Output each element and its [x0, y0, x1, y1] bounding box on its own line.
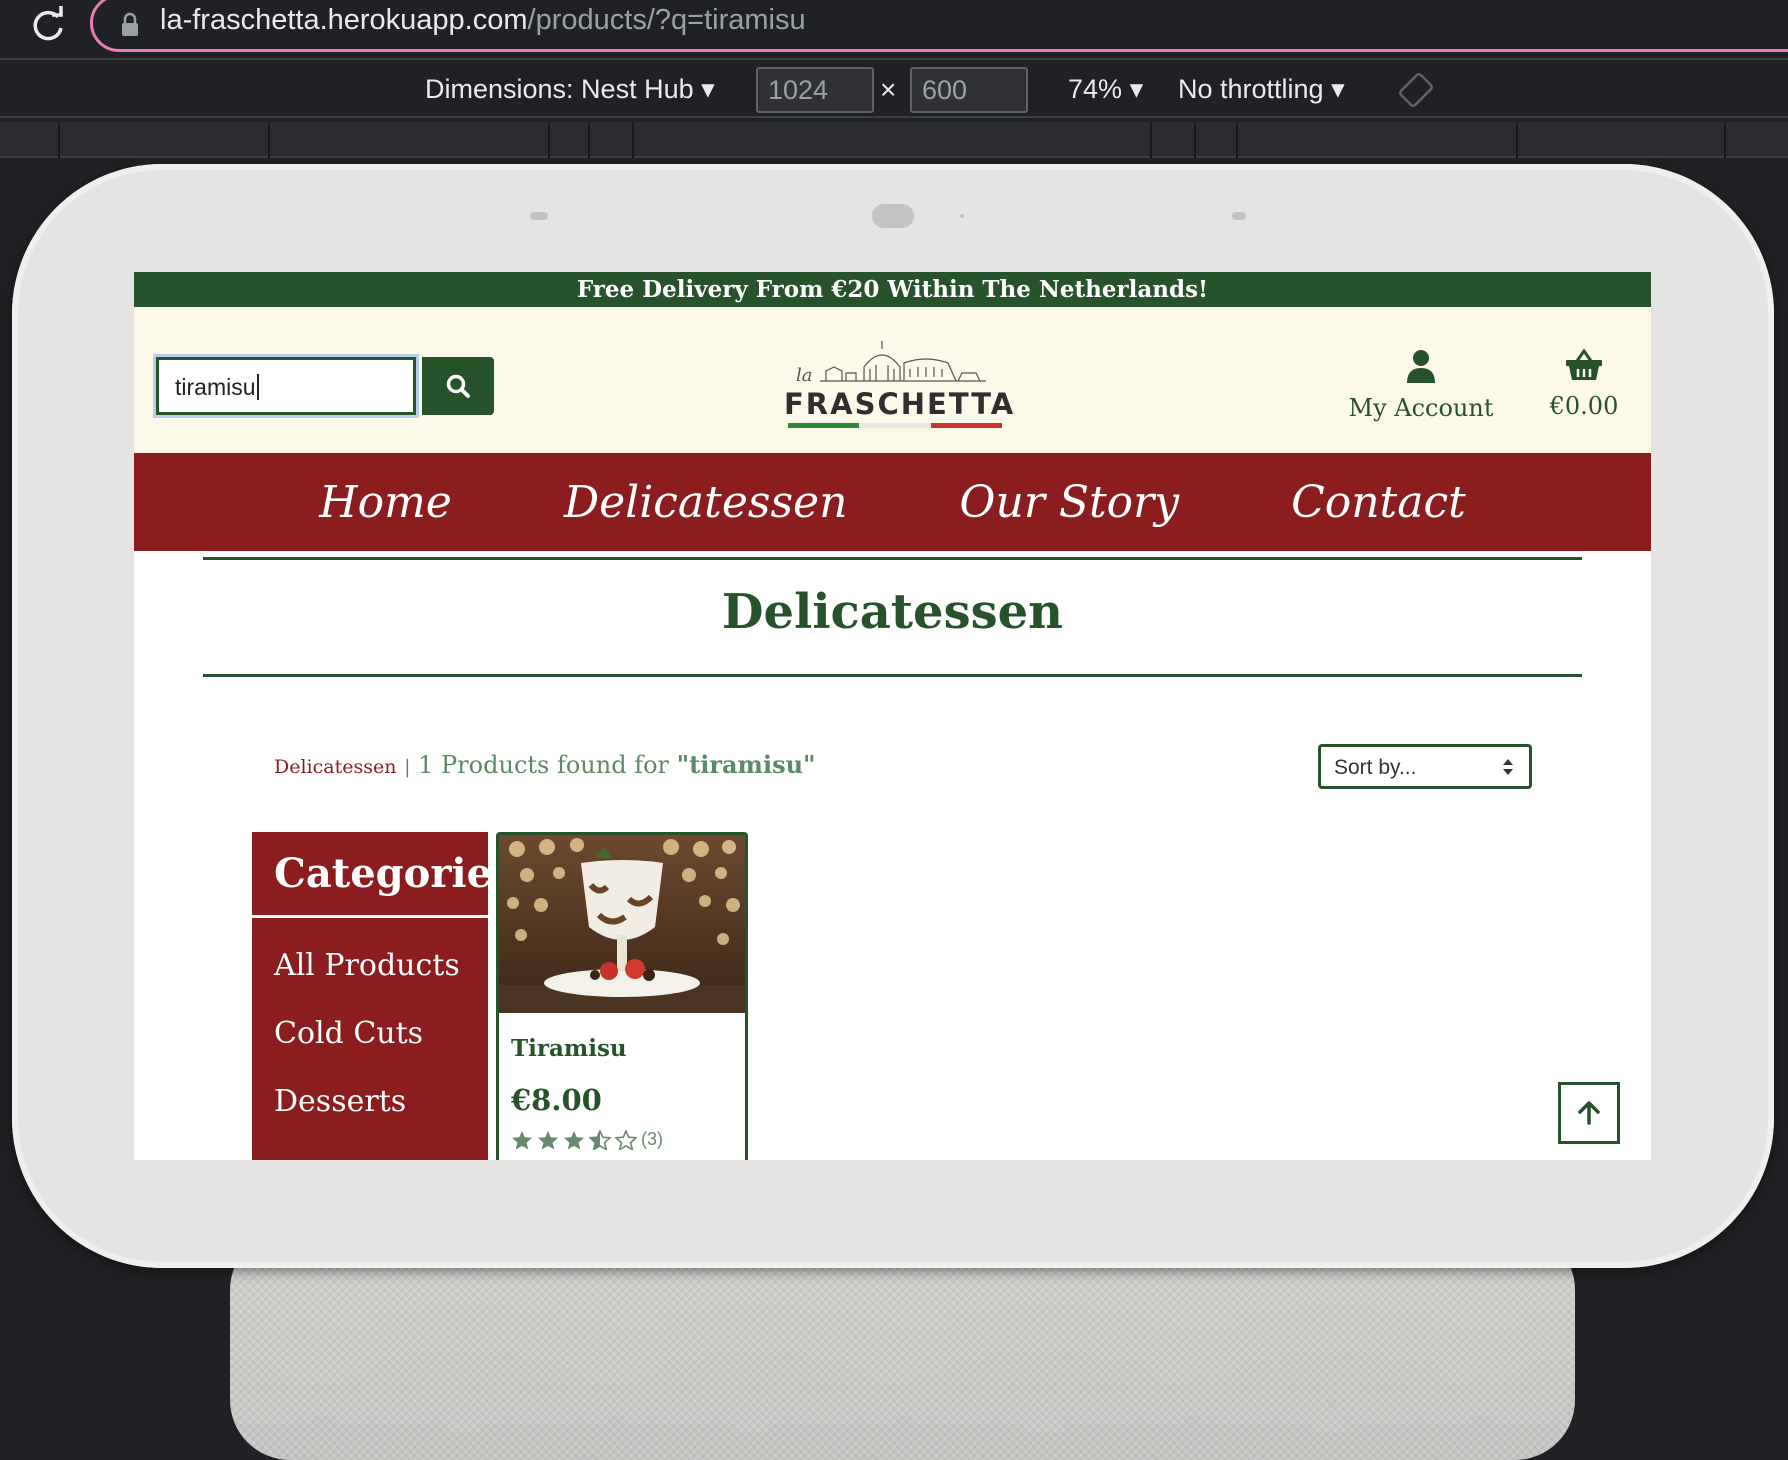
star-icon — [512, 1130, 532, 1150]
device-dimensions-select[interactable]: Dimensions: Nest Hub ▾ — [425, 74, 715, 105]
device-label: Dimensions: Nest Hub — [425, 74, 694, 104]
media-query-ruler — [0, 122, 1788, 158]
device-sensor — [1232, 212, 1246, 220]
dropdown-triangle-icon: ▾ — [1331, 74, 1345, 104]
throttling-label: No throttling — [1178, 74, 1324, 104]
dropdown-triangle-icon: ▾ — [1129, 74, 1144, 104]
lock-icon[interactable] — [120, 12, 140, 38]
throttling-select[interactable]: No throttling ▾ — [1178, 74, 1345, 105]
search-icon — [446, 374, 470, 398]
logo-script: la — [796, 365, 813, 386]
categories-sidebar: Categories All Products Cold Cuts Desser… — [252, 832, 515, 1160]
my-account-link[interactable]: My Account — [1346, 349, 1496, 422]
ruler-tick — [548, 122, 550, 158]
device-toolbar: Dimensions: Nest Hub ▾ 1024 × 600 74% ▾ … — [0, 58, 1788, 118]
browser-toolbar: la-fraschetta.herokuapp.com/products/?q=… — [0, 0, 1788, 56]
zoom-label: 74% — [1068, 74, 1123, 104]
ruler-tick — [1724, 122, 1726, 158]
device-camera — [872, 204, 914, 228]
categories-title: Categories — [252, 832, 515, 918]
page-title-block: Delicatessen — [203, 557, 1582, 677]
basket-icon — [1566, 348, 1602, 380]
height-input[interactable]: 600 — [910, 67, 1028, 113]
rotate-icon[interactable] — [1398, 72, 1434, 108]
select-arrows-icon — [1503, 759, 1513, 775]
website-viewport: Free Delivery From €20 Within The Nether… — [134, 272, 1651, 1160]
nav-home[interactable]: Home — [263, 477, 508, 528]
dropdown-triangle-icon: ▾ — [701, 74, 715, 104]
ruler-tick — [1516, 122, 1518, 158]
my-account-label: My Account — [1348, 394, 1494, 422]
basket-total: €0.00 — [1549, 392, 1619, 420]
product-card[interactable]: Tiramisu €8.00 (3) — [496, 832, 748, 1160]
results-count: 1 Products found for — [418, 751, 677, 779]
main-nav: Home Delicatessen Our Story Contact — [134, 453, 1651, 551]
zoom-select[interactable]: 74% ▾ — [1068, 74, 1143, 105]
device-sensor — [530, 212, 548, 220]
ruler-tick — [588, 122, 590, 158]
device-sensor — [960, 214, 964, 218]
text-cursor — [256, 374, 259, 400]
logo-flag-bar — [788, 423, 1002, 428]
star-icon — [564, 1130, 584, 1150]
product-image[interactable] — [499, 835, 745, 1013]
ruler-tick — [268, 122, 270, 158]
category-desserts[interactable]: Desserts — [252, 1068, 488, 1136]
page-title: Delicatessen — [721, 584, 1064, 640]
url-text[interactable]: la-fraschetta.herokuapp.com/products/?q=… — [160, 4, 806, 37]
sort-select[interactable]: Sort by... — [1318, 744, 1532, 789]
url-path: /products/?q=tiramisu — [527, 4, 806, 36]
ruler-tick — [1236, 122, 1238, 158]
star-empty-icon — [615, 1129, 637, 1150]
ruler-tick — [1194, 122, 1196, 158]
logo-wordmark[interactable]: FRASCHETTA — [784, 387, 1013, 421]
product-rating: (3) — [511, 1129, 663, 1150]
ruler-tick — [58, 122, 60, 158]
ruler-tick — [1150, 122, 1152, 158]
site-header: tiramisu la FRASCHETTA My Account €0.00 — [134, 307, 1651, 453]
nav-contact[interactable]: Contact — [1235, 477, 1522, 528]
category-cold-cuts[interactable]: Cold Cuts — [252, 1000, 488, 1068]
search-value: tiramisu — [175, 374, 256, 400]
product-price: €8.00 — [511, 1083, 602, 1117]
ruler-tick — [632, 122, 634, 158]
times-sign: × — [880, 74, 897, 105]
width-input[interactable]: 1024 — [756, 67, 874, 113]
nav-our-story[interactable]: Our Story — [903, 477, 1235, 528]
search-button[interactable] — [422, 357, 494, 415]
rating-count: (3) — [641, 1129, 663, 1149]
star-icon — [538, 1130, 558, 1150]
breadcrumb-link[interactable]: Delicatessen — [274, 756, 396, 778]
arrow-up-icon — [1578, 1101, 1600, 1125]
category-all-products[interactable]: All Products — [252, 932, 488, 1000]
promo-banner: Free Delivery From €20 Within The Nether… — [134, 272, 1651, 307]
product-name[interactable]: Tiramisu — [511, 1035, 627, 1062]
results-summary: Delicatessen | 1 Products found for "tir… — [274, 750, 816, 779]
back-to-top-button[interactable] — [1558, 1082, 1620, 1144]
sort-placeholder: Sort by... — [1334, 756, 1417, 779]
basket-link[interactable]: €0.00 — [1524, 348, 1644, 420]
user-icon — [1407, 350, 1435, 383]
nav-delicatessen[interactable]: Delicatessen — [508, 477, 904, 528]
categories-list: All Products Cold Cuts Desserts — [252, 918, 488, 1136]
breadcrumb-separator: | — [404, 756, 411, 778]
url-host: la-fraschetta.herokuapp.com — [160, 4, 528, 36]
results-query: "tiramisu" — [676, 750, 816, 779]
star-half-icon — [589, 1129, 611, 1150]
search-input[interactable]: tiramisu — [156, 357, 416, 415]
reload-icon[interactable] — [28, 6, 68, 46]
